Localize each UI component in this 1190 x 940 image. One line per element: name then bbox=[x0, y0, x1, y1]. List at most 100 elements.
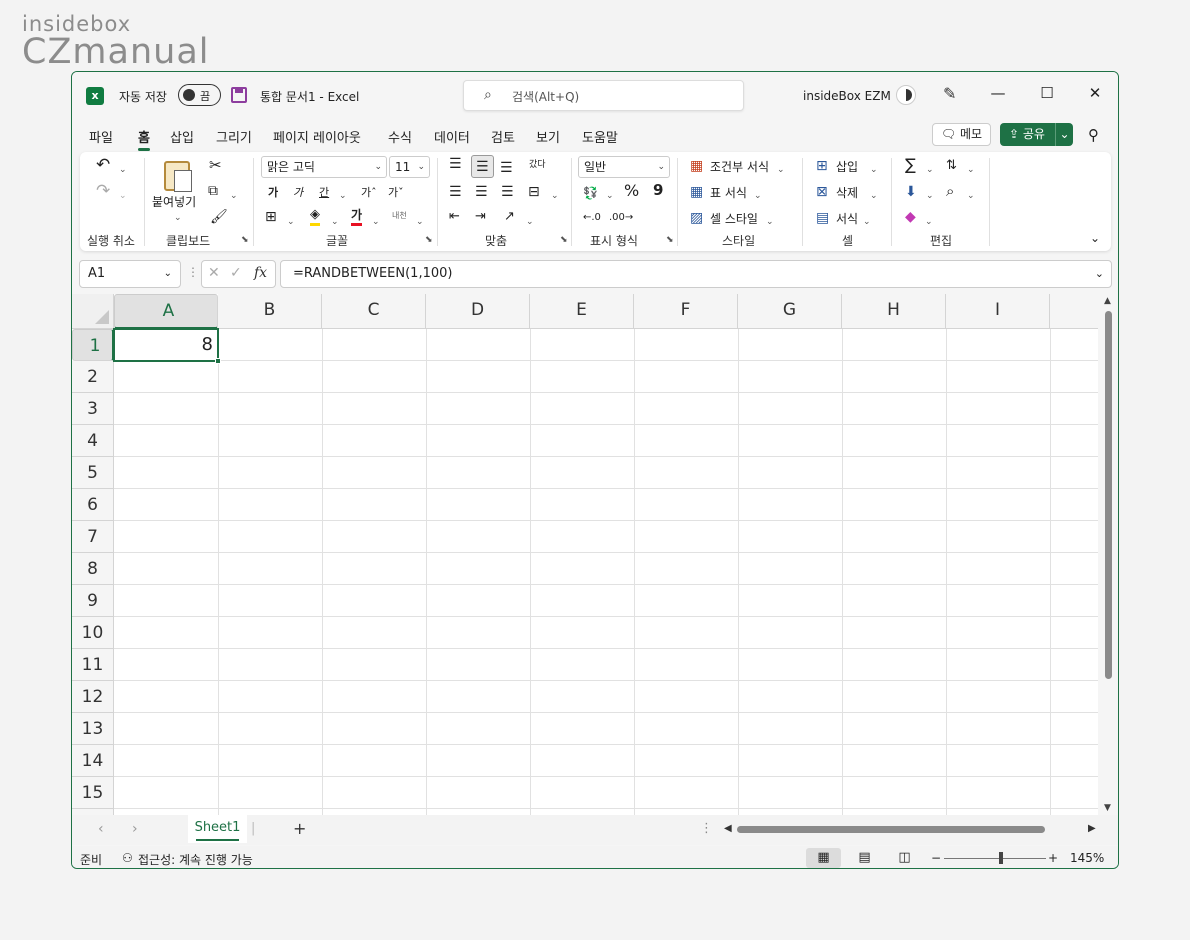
row-header-14[interactable]: 14 bbox=[72, 745, 114, 777]
italic-button[interactable]: 가 bbox=[293, 185, 303, 201]
row-header-4[interactable]: 4 bbox=[72, 425, 114, 457]
tab-view[interactable]: 보기 bbox=[536, 127, 560, 146]
tab-home[interactable]: 홈 bbox=[138, 127, 150, 151]
fill-color-icon[interactable]: ◈ bbox=[310, 207, 320, 226]
paste-button[interactable]: 붙여넣기 bbox=[152, 194, 196, 210]
align-center-icon[interactable]: ☰ bbox=[475, 184, 488, 200]
paste-icon[interactable] bbox=[164, 161, 192, 192]
zoom-slider-track[interactable] bbox=[944, 858, 1046, 859]
conditional-format-button[interactable]: 조건부 서식 bbox=[710, 159, 769, 175]
accessibility-status[interactable]: 접근성: 계속 진행 가능 bbox=[138, 851, 253, 868]
page-layout-view-button[interactable]: ▤ bbox=[847, 848, 882, 868]
font-name-select[interactable]: 맑은 고딕 ⌄ bbox=[261, 156, 387, 178]
enter-icon[interactable]: ✓ bbox=[230, 265, 242, 281]
percent-button[interactable]: % bbox=[624, 183, 639, 199]
phonetic-dropdown-icon[interactable]: ⌄ bbox=[416, 214, 424, 230]
decrease-decimal-icon[interactable]: .00→ bbox=[609, 210, 633, 226]
merge-dropdown-icon[interactable]: ⌄ bbox=[551, 188, 559, 204]
autosum-button[interactable]: ∑ bbox=[905, 157, 916, 173]
delete-cells-button[interactable]: 삭제 bbox=[836, 185, 858, 201]
tab-insert[interactable]: 삽입 bbox=[170, 127, 194, 146]
coauthoring-icon[interactable]: ⚲ bbox=[1088, 126, 1099, 144]
horizontal-scroll-thumb[interactable] bbox=[737, 826, 1045, 833]
cut-icon[interactable]: ✂ bbox=[209, 157, 222, 173]
border-icon[interactable]: ⊞ bbox=[265, 209, 277, 225]
insert-dropdown-icon[interactable]: ⌄ bbox=[870, 162, 878, 178]
tab-review[interactable]: 검토 bbox=[491, 127, 515, 146]
zoom-level[interactable]: 145% bbox=[1070, 851, 1104, 865]
row-header-5[interactable]: 5 bbox=[72, 457, 114, 489]
tab-formulas[interactable]: 수식 bbox=[388, 127, 412, 146]
fill-handle[interactable] bbox=[215, 358, 221, 364]
accessibility-icon[interactable]: ⚇ bbox=[122, 851, 133, 865]
font-size-select[interactable]: 11 ⌄ bbox=[389, 156, 430, 178]
format-cells-button[interactable]: 서식 bbox=[836, 211, 858, 227]
row-header-13[interactable]: 13 bbox=[72, 713, 114, 745]
vertical-scrollbar[interactable]: ▲ ▼ bbox=[1099, 294, 1118, 815]
maximize-button[interactable]: ☐ bbox=[1037, 84, 1057, 102]
table-format-button[interactable]: 표 서식 bbox=[710, 185, 747, 201]
format-dropdown-icon[interactable]: ⌄ bbox=[863, 214, 871, 230]
pen-icon[interactable]: ✎ bbox=[943, 84, 956, 103]
row-header-12[interactable]: 12 bbox=[72, 681, 114, 713]
minimize-button[interactable]: — bbox=[988, 84, 1008, 102]
worksheet-grid[interactable]: A B C D E F G H I 1 2 3 4 5 6 7 8 9 10 1… bbox=[72, 294, 1098, 815]
font-launcher-icon[interactable]: ⬊ bbox=[425, 235, 433, 245]
memo-button[interactable]: 🗨 메모 bbox=[932, 123, 991, 146]
tab-help[interactable]: 도움말 bbox=[582, 127, 618, 146]
page-break-view-button[interactable]: ◫ bbox=[887, 848, 922, 868]
row-header-1[interactable]: 1 bbox=[72, 329, 114, 361]
find-select-icon[interactable]: ⌕ bbox=[946, 183, 954, 199]
fill-dropdown-icon[interactable]: ⌄ bbox=[926, 188, 934, 204]
cell-styles-button[interactable]: 셀 스타일 bbox=[710, 211, 758, 227]
row-header-8[interactable]: 8 bbox=[72, 553, 114, 585]
column-header-h[interactable]: H bbox=[842, 294, 946, 329]
font-color-dropdown-icon[interactable]: ⌄ bbox=[372, 214, 380, 230]
normal-view-button[interactable]: ▦ bbox=[806, 848, 841, 868]
find-dropdown-icon[interactable]: ⌄ bbox=[967, 188, 975, 204]
grow-font-button[interactable]: 가ˆ bbox=[361, 185, 377, 201]
user-name[interactable]: insideBox EZM bbox=[803, 89, 891, 103]
format-cells-icon[interactable]: ▤ bbox=[816, 210, 829, 226]
cancel-icon[interactable]: ✕ bbox=[208, 265, 220, 281]
format-painter-icon[interactable]: 🖌 bbox=[210, 209, 228, 225]
zoom-out-button[interactable]: − bbox=[931, 851, 941, 865]
table-format-dropdown-icon[interactable]: ⌄ bbox=[754, 188, 762, 204]
undo-dropdown-icon[interactable]: ⌄ bbox=[119, 162, 127, 178]
sort-filter-dropdown-icon[interactable]: ⌄ bbox=[967, 162, 975, 178]
clear-icon[interactable]: ◆ bbox=[905, 209, 916, 225]
column-header-b[interactable]: B bbox=[218, 294, 322, 329]
sort-filter-icon[interactable]: ⇅ bbox=[946, 158, 957, 174]
tab-draw[interactable]: 그리기 bbox=[216, 127, 252, 146]
ribbon-collapse-icon[interactable]: ⌄ bbox=[1090, 230, 1100, 246]
avatar[interactable] bbox=[896, 85, 916, 105]
zoom-slider-knob[interactable] bbox=[999, 852, 1003, 864]
currency-dropdown-icon[interactable]: ⌄ bbox=[606, 188, 614, 204]
tab-file[interactable]: 파일 bbox=[89, 127, 113, 146]
redo-dropdown-icon[interactable]: ⌄ bbox=[119, 188, 127, 204]
scroll-up-icon[interactable]: ▲ bbox=[1104, 296, 1111, 306]
number-launcher-icon[interactable]: ⬊ bbox=[666, 235, 674, 245]
orientation-icon[interactable]: ↗ bbox=[504, 209, 515, 225]
shrink-font-button[interactable]: 가ˇ bbox=[388, 185, 404, 201]
add-sheet-button[interactable]: + bbox=[293, 819, 306, 838]
select-all-button[interactable] bbox=[72, 294, 114, 329]
tab-split-handle-icon[interactable]: ⋮ bbox=[700, 821, 713, 836]
paste-dropdown-icon[interactable]: ⌄ bbox=[174, 210, 182, 226]
cell-styles-dropdown-icon[interactable]: ⌄ bbox=[766, 214, 774, 230]
formula-input[interactable]: =RANDBETWEEN(1,100) ⌄ bbox=[280, 260, 1112, 288]
tab-data[interactable]: 데이터 bbox=[434, 127, 470, 146]
underline-button[interactable]: 간 bbox=[319, 185, 329, 201]
align-top-icon[interactable]: ☰ bbox=[449, 156, 462, 172]
sheet-next-icon[interactable]: › bbox=[132, 821, 138, 837]
share-button[interactable]: ⇪ 공유 ⌄ bbox=[1000, 123, 1073, 146]
share-dropdown-icon[interactable]: ⌄ bbox=[1055, 123, 1073, 146]
row-header-11[interactable]: 11 bbox=[72, 649, 114, 681]
copy-icon[interactable]: ⧉ bbox=[208, 183, 218, 199]
column-header-partial[interactable] bbox=[1050, 294, 1098, 329]
row-header-7[interactable]: 7 bbox=[72, 521, 114, 553]
increase-indent-icon[interactable]: ⇥ bbox=[475, 209, 486, 225]
close-button[interactable]: ✕ bbox=[1085, 84, 1105, 102]
scroll-left-icon[interactable]: ◀ bbox=[724, 823, 732, 834]
alignment-launcher-icon[interactable]: ⬊ bbox=[560, 235, 568, 245]
